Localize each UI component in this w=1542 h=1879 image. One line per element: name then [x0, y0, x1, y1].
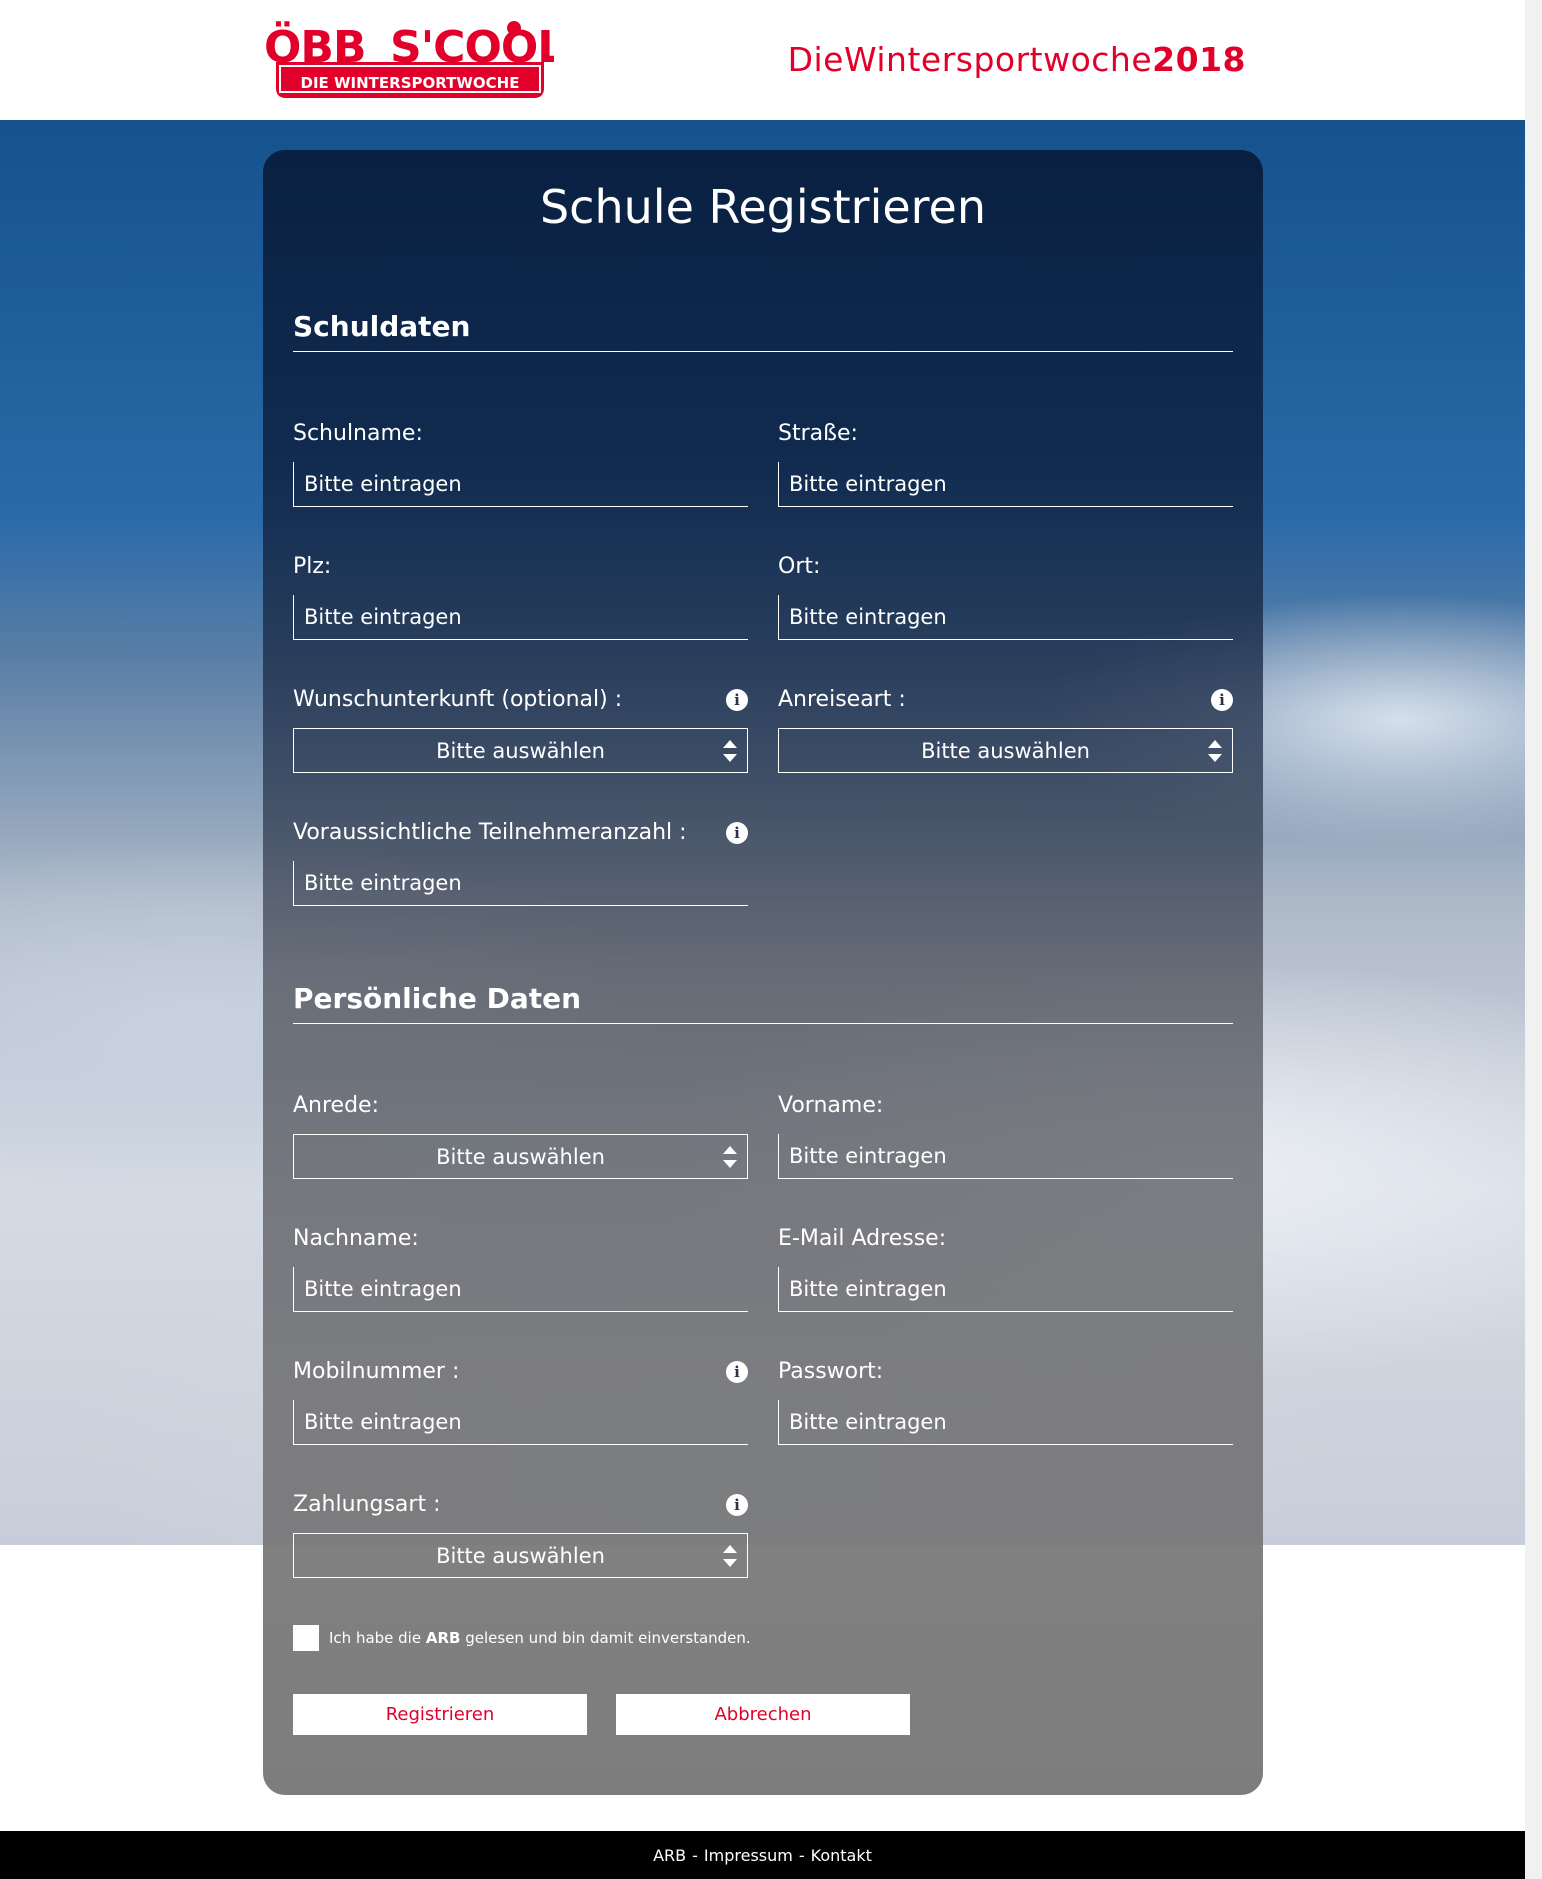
schulname-label: Schulname:	[293, 421, 423, 446]
register-button[interactable]: Registrieren	[293, 1694, 587, 1735]
nachname-label: Nachname:	[293, 1226, 419, 1251]
field-passwort: Passwort: Bitte eintragen	[778, 1356, 1233, 1445]
email-label: E-Mail Adresse:	[778, 1226, 947, 1251]
vorname-label: Vorname:	[778, 1093, 884, 1118]
anreise-label: Anreiseart :	[778, 687, 906, 712]
strasse-input[interactable]: Bitte eintragen	[778, 462, 1233, 507]
field-schulname: Schulname: Bitte eintragen	[293, 418, 748, 507]
teilnehmer-label: Voraussichtliche Teilnehmeranzahl :	[293, 820, 687, 845]
field-vorname: Vorname: Bitte eintragen	[778, 1090, 1233, 1179]
field-teilnehmer: Voraussichtliche Teilnehmeranzahl : i Bit…	[293, 817, 748, 906]
site-footer: ARB - Impressum - Kontakt	[0, 1831, 1525, 1879]
consent-row: Ich habe die ARB gelesen und bin damit e…	[293, 1625, 751, 1651]
zahlung-label: Zahlungsart :	[293, 1492, 441, 1517]
unterkunft-select-value: Bitte auswählen	[436, 738, 605, 763]
field-plz: Plz: Bitte eintragen	[293, 551, 748, 640]
vorname-input[interactable]: Bitte eintragen	[778, 1134, 1233, 1179]
plz-label: Plz:	[293, 554, 332, 579]
strasse-label: Straße:	[778, 421, 858, 446]
arb-link[interactable]: ARB	[426, 1629, 461, 1647]
anrede-select-value: Bitte auswählen	[436, 1144, 605, 1169]
select-arrows-icon	[723, 1545, 737, 1567]
unterkunft-select[interactable]: Bitte auswählen	[293, 728, 748, 773]
svg-text:DIE WINTERSPORTWOCHE: DIE WINTERSPORTWOCHE	[301, 74, 520, 92]
nachname-input[interactable]: Bitte eintragen	[293, 1267, 748, 1312]
cancel-button[interactable]: Abbrechen	[616, 1694, 910, 1735]
field-mobil: Mobilnummer : i Bitte eintragen	[293, 1356, 748, 1445]
consent-text: Ich habe die ARB gelesen und bin damit e…	[329, 1629, 751, 1647]
ort-input[interactable]: Bitte eintragen	[778, 595, 1233, 640]
site-header: ÖBB S'COOL DIE WINTERSPORTWOCHE DieWinte…	[0, 0, 1525, 120]
mobil-input[interactable]: Bitte eintragen	[293, 1400, 748, 1445]
footer-separator: -	[692, 1845, 698, 1865]
info-icon[interactable]: i	[726, 822, 748, 844]
zahlung-select-value: Bitte auswählen	[436, 1543, 605, 1568]
select-arrows-icon	[1208, 740, 1222, 762]
footer-link-kontakt[interactable]: Kontakt	[811, 1846, 872, 1865]
mobil-label: Mobilnummer :	[293, 1359, 460, 1384]
field-strasse: Straße: Bitte eintragen	[778, 418, 1233, 507]
anreise-select[interactable]: Bitte auswählen	[778, 728, 1233, 773]
passwort-input[interactable]: Bitte eintragen	[778, 1400, 1233, 1445]
consent-text-before: Ich habe die	[329, 1629, 426, 1647]
tagline-prefix: DieWintersportwoche	[787, 40, 1153, 79]
footer-separator: -	[798, 1845, 805, 1865]
email-input[interactable]: Bitte eintragen	[778, 1267, 1233, 1312]
field-email: E-Mail Adresse: Bitte eintragen	[778, 1223, 1233, 1312]
anreise-select-value: Bitte auswählen	[921, 738, 1090, 763]
info-icon[interactable]: i	[726, 1494, 748, 1516]
field-anrede: Anrede: Bitte auswählen	[293, 1090, 748, 1179]
info-icon[interactable]: i	[726, 689, 748, 711]
field-nachname: Nachname: Bitte eintragen	[293, 1223, 748, 1312]
tagline-year: 2018	[1152, 40, 1246, 79]
scrollbar[interactable]	[1525, 0, 1542, 1879]
field-anreise: Anreiseart : i Bitte auswählen	[778, 684, 1233, 773]
footer-link-impressum[interactable]: Impressum	[704, 1846, 793, 1865]
form-title: Schule Registrieren	[539, 180, 987, 234]
oebb-scool-logo[interactable]: ÖBB S'COOL DIE WINTERSPORTWOCHE	[262, 18, 554, 100]
schulname-input[interactable]: Bitte eintragen	[293, 462, 748, 507]
footer-link-arb[interactable]: ARB	[653, 1846, 686, 1865]
svg-text:S'COOL: S'COOL	[390, 22, 554, 73]
field-ort: Ort: Bitte eintragen	[778, 551, 1233, 640]
select-arrows-icon	[723, 1146, 737, 1168]
header-tagline: DieWintersportwoche2018	[788, 40, 1246, 79]
anrede-select[interactable]: Bitte auswählen	[293, 1134, 748, 1179]
field-unterkunft: Wunschunterkunft (optional) : i Bitte aus…	[293, 684, 748, 773]
svg-text:ÖBB: ÖBB	[264, 20, 365, 73]
consent-text-after: gelesen und bin damit einverstanden.	[460, 1629, 751, 1647]
info-icon[interactable]: i	[1211, 689, 1233, 711]
plz-input[interactable]: Bitte eintragen	[293, 595, 748, 640]
anrede-label: Anrede:	[293, 1093, 380, 1118]
consent-checkbox[interactable]	[293, 1625, 319, 1651]
section-title-personal: Persönliche Daten	[293, 982, 1233, 1024]
unterkunft-label: Wunschunterkunft (optional) :	[293, 687, 623, 712]
field-zahlung: Zahlungsart : i Bitte auswählen	[293, 1489, 748, 1578]
info-icon[interactable]: i	[726, 1361, 748, 1383]
ort-label: Ort:	[778, 554, 821, 579]
zahlung-select[interactable]: Bitte auswählen	[293, 1533, 748, 1578]
registration-form: Schule Registrieren Schuldaten Schulname…	[263, 150, 1263, 1795]
select-arrows-icon	[723, 740, 737, 762]
passwort-label: Passwort:	[778, 1359, 884, 1384]
teilnehmer-input[interactable]: Bitte eintragen	[293, 861, 748, 906]
section-title-school: Schuldaten	[293, 310, 1233, 352]
